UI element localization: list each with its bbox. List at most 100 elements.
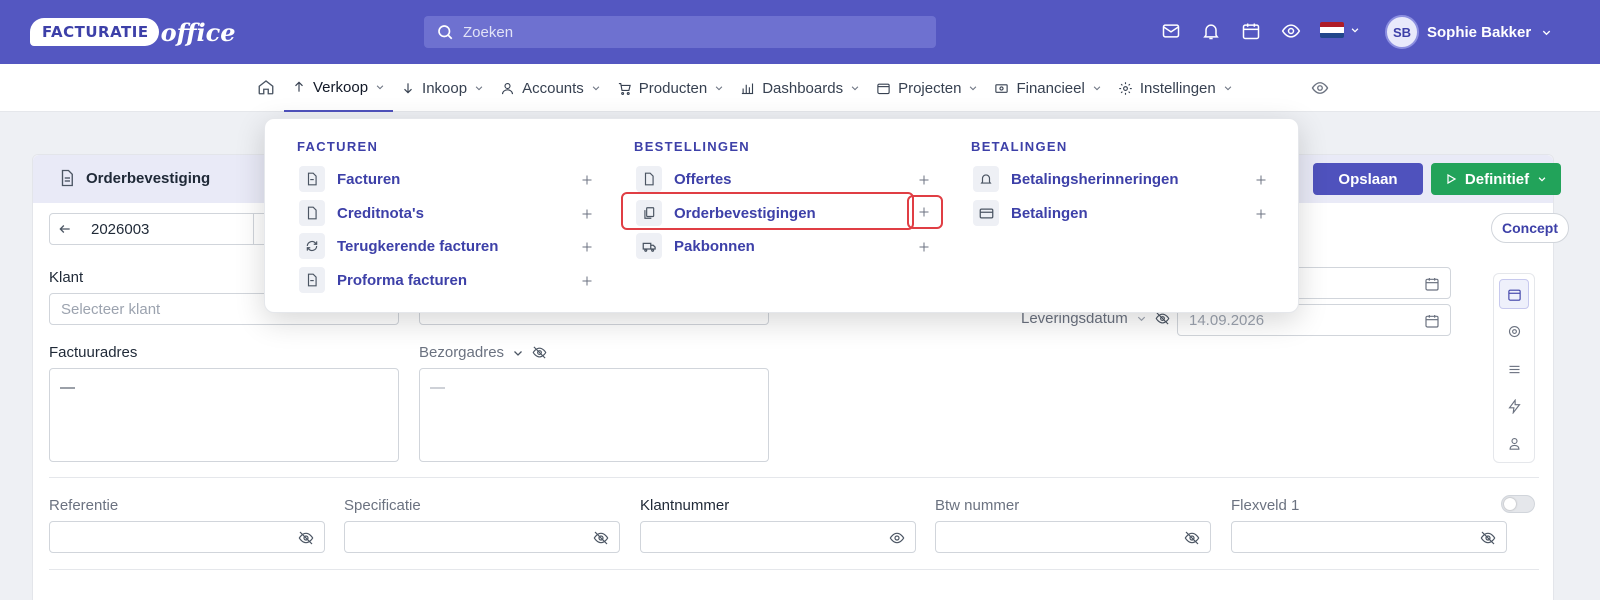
bell-icon[interactable] (1200, 20, 1222, 42)
user-menu[interactable]: SB Sophie Bakker (1385, 15, 1552, 49)
top-bar: FACTURATIE office SB Sophie Bakker (0, 0, 1600, 64)
add-herinnering-plus-icon[interactable] (1252, 171, 1270, 189)
calendar-icon[interactable] (1240, 20, 1262, 42)
add-terugkerend-plus-icon[interactable] (578, 238, 596, 256)
side-automation-button[interactable] (1499, 391, 1529, 421)
user-name: Sophie Bakker (1427, 23, 1532, 41)
betalingen-heading: BETALINGEN (971, 139, 1068, 154)
add-proforma-plus-icon[interactable] (578, 272, 596, 290)
user-icon (500, 81, 515, 96)
nav-verkoop[interactable]: Verkoop (284, 64, 394, 112)
factuuradres-field[interactable]: — (49, 368, 399, 462)
chevron-down-icon (474, 83, 484, 93)
add-pakbon-plus-icon[interactable] (915, 238, 933, 256)
add-offerte-plus-icon[interactable] (915, 171, 933, 189)
back-button[interactable] (49, 213, 81, 245)
menu-item-facturen[interactable]: Facturen (299, 164, 400, 194)
document-icon (299, 166, 325, 192)
specificatie-field[interactable] (344, 521, 620, 553)
menu-item-proforma-facturen[interactable]: Proforma facturen (299, 265, 467, 295)
menu-item-label: Betalingsherinneringen (1011, 170, 1179, 188)
nav-label: Accounts (522, 79, 584, 97)
search-bar[interactable] (424, 16, 936, 48)
eye-off-icon[interactable] (1184, 530, 1200, 546)
add-orderbevestiging-plus-icon[interactable] (915, 203, 933, 221)
credit-card-icon (973, 200, 999, 226)
eye-off-icon[interactable] (298, 530, 314, 546)
factuuradres-label: Factuuradres (49, 344, 138, 361)
side-calendar-button[interactable] (1499, 279, 1529, 309)
eye-icon[interactable] (889, 530, 905, 546)
chevron-down-icon (512, 347, 524, 359)
eye-off-icon[interactable] (1155, 311, 1170, 326)
bezorgadres-field[interactable]: — (419, 368, 769, 462)
menu-item-label: Betalingen (1011, 204, 1088, 222)
nav-label: Instellingen (1139, 79, 1216, 97)
search-input[interactable] (463, 23, 903, 41)
language-selector[interactable] (1320, 22, 1360, 38)
menu-item-label: Proforma facturen (337, 271, 468, 289)
calendar-icon[interactable] (1424, 313, 1440, 329)
add-facturen-plus-icon[interactable] (578, 171, 596, 189)
sliders-icon (1507, 362, 1522, 377)
nav-label: Producten (638, 79, 708, 97)
nav-instellingen[interactable]: Instellingen (1110, 64, 1241, 112)
nav-financieel[interactable]: Financieel (986, 64, 1109, 112)
finalize-button[interactable]: Definitief (1431, 163, 1561, 195)
menu-item-betalingen[interactable]: Betalingen (973, 198, 1088, 228)
calendar-icon (1507, 287, 1522, 302)
eye-off-icon[interactable] (1480, 530, 1496, 546)
nav-label: Projecten (898, 79, 962, 97)
card-title: Orderbevestiging (86, 169, 211, 187)
home-icon[interactable] (257, 78, 275, 96)
document-icon (299, 200, 325, 226)
nav-producten[interactable]: Producten (609, 64, 732, 112)
logo-text-office: office (160, 17, 236, 47)
logo-text: FACTURATIE (30, 18, 159, 46)
eye-icon[interactable] (1280, 20, 1302, 42)
calendar-icon[interactable] (1424, 276, 1440, 292)
side-settings-button[interactable] (1499, 316, 1529, 346)
klantnummer-field[interactable] (640, 521, 916, 553)
bezorgadres-label: Bezorgadres (419, 344, 505, 361)
bezorgadres-header[interactable]: Bezorgadres (419, 344, 547, 361)
menu-item-orderbevestigingen[interactable]: Orderbevestigingen (636, 198, 816, 228)
flexveld-field[interactable] (1231, 521, 1507, 553)
add-creditnota-plus-icon[interactable] (578, 205, 596, 223)
nav-projecten[interactable]: Projecten (868, 64, 986, 112)
nav-label: Verkoop (313, 78, 369, 96)
nav-accounts[interactable]: Accounts (492, 64, 609, 112)
document-number-input[interactable] (80, 213, 254, 245)
menu-item-label: Terugkerende facturen (337, 237, 499, 255)
nav-dashboards[interactable]: Dashboards (732, 64, 868, 112)
eye-icon[interactable] (1311, 79, 1329, 97)
main-nav: Verkoop Inkoop Accounts Producten Dashbo… (0, 64, 1600, 112)
play-icon (1445, 173, 1457, 185)
cash-icon (994, 81, 1009, 96)
add-betaling-plus-icon[interactable] (1252, 205, 1270, 223)
eye-off-icon[interactable] (532, 345, 547, 360)
btw-field[interactable] (935, 521, 1211, 553)
status-badge[interactable]: Concept (1491, 213, 1569, 243)
eye-off-icon[interactable] (593, 530, 609, 546)
nav-label: Financieel (1016, 79, 1085, 97)
menu-item-creditnotas[interactable]: Creditnota's (299, 198, 424, 228)
menu-item-terugkerende-facturen[interactable]: Terugkerende facturen (299, 231, 498, 261)
search-icon (436, 23, 454, 41)
menu-item-offertes[interactable]: Offertes (636, 164, 732, 194)
document-icon (58, 169, 76, 187)
referentie-field[interactable] (49, 521, 325, 553)
logo[interactable]: FACTURATIE office (30, 14, 235, 50)
menu-item-pakbonnen[interactable]: Pakbonnen (636, 231, 755, 261)
nav-inkoop[interactable]: Inkoop (393, 64, 492, 112)
chevron-down-icon (1223, 83, 1233, 93)
chevron-down-icon (1537, 174, 1547, 184)
menu-item-betalingsherinneringen[interactable]: Betalingsherinneringen (973, 164, 1179, 194)
mail-icon[interactable] (1160, 20, 1182, 42)
side-filter-button[interactable] (1499, 354, 1529, 384)
flexveld-toggle[interactable] (1501, 495, 1535, 513)
save-button[interactable]: Opslaan (1313, 163, 1423, 195)
side-panel (1493, 273, 1535, 463)
truck-icon (636, 233, 662, 259)
side-user-button[interactable] (1499, 428, 1529, 458)
